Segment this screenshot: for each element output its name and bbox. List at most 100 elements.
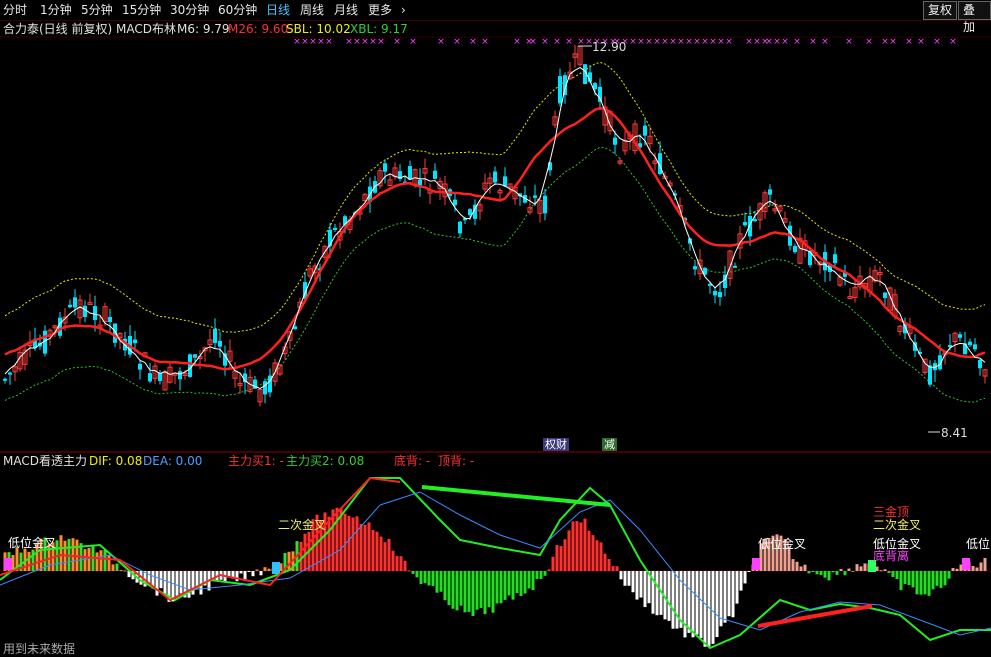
histogram-bar [611,566,615,571]
histogram-bar [95,552,99,571]
histogram-bar [471,571,475,616]
histogram-bar [715,571,719,638]
histogram-bar [359,523,363,571]
histogram-bar [567,530,571,571]
histogram-bar [511,571,515,600]
histogram-bar [683,571,687,638]
histogram-bar [515,571,519,594]
candle-body [558,76,562,104]
candle-body [693,266,697,270]
histogram-bar [443,571,447,601]
histogram-bar [955,568,959,571]
histogram-bar [747,571,751,572]
histogram-bar [403,560,407,571]
histogram-bar [375,531,379,571]
cross-mark: × [821,37,829,47]
annotation-second-golden-cross-2: 二次金叉 [873,518,922,532]
cross-mark: × [377,37,385,47]
histogram-bar [475,571,479,610]
candle-body [718,292,722,298]
histogram-bar [675,571,679,629]
cross-mark: × [453,37,461,47]
histogram-bar [919,571,923,595]
histogram-bar [735,571,739,604]
candle-body [768,189,772,195]
histogram-bar [395,556,399,571]
histogram-bar [815,571,819,575]
histogram-bar [699,571,703,639]
histogram-bar [843,571,847,576]
candle-body [958,334,962,338]
histogram-bar [667,571,671,621]
histogram-bar [943,571,947,586]
histogram-bar [87,547,91,571]
histogram-bar [351,517,355,571]
histogram-bar [939,571,943,588]
histogram-bar [795,561,799,571]
cross-mark: × [361,37,369,47]
histogram-bar [99,550,103,571]
dea-readout: DEA: 0.00 [143,454,203,468]
histogram-bar [347,515,351,571]
histogram-bar [975,567,979,571]
cross-mark: × [725,37,733,47]
histogram-bar [799,566,803,571]
candle-body [503,176,507,187]
histogram-bar [539,571,543,580]
histogram-bar [367,522,371,571]
cross-mark: × [677,37,685,47]
histogram-bar [507,571,511,596]
candle-body [213,328,217,344]
histogram-bar [527,571,531,589]
histogram-bar [299,541,303,571]
badge-rights[interactable]: 权财 [543,438,569,451]
cross-mark: × [793,37,801,47]
histogram-bar [343,513,347,571]
histogram-bar [671,571,675,629]
histogram-bar [731,571,735,618]
histogram-bar [387,538,391,571]
histogram-bar [819,571,823,576]
cross-mark: × [481,37,489,47]
ma6-line [4,67,986,390]
histogram-bar [703,571,707,647]
histogram-bar [643,571,647,608]
histogram-bar [563,539,567,571]
cross-mark: × [773,37,781,47]
zl2-readout: 主力买2: 0.08 [286,454,365,468]
histogram-bar [951,568,955,571]
macd-title: MACD看透主力 [3,454,87,468]
histogram-bar [831,571,835,573]
histogram-bar [839,569,843,571]
histogram-bar [439,571,443,592]
histogram-bar [899,571,903,591]
cross-mark: × [661,37,669,47]
cross-mark: × [293,37,301,47]
histogram-bar [851,571,855,572]
cross-mark: × [345,37,353,47]
candle-body [328,229,332,247]
histogram-bar [811,571,815,572]
histogram-bar [479,571,483,608]
histogram-bar [235,571,239,582]
histogram-bar [915,571,919,595]
histogram-bar [739,571,743,591]
histogram-bar [923,571,927,595]
cross-mark: × [693,37,701,47]
signal-square [4,558,12,570]
histogram-bar [615,566,619,571]
cross-mark: × [745,37,753,47]
cross-mark: × [917,37,925,47]
candle-body [218,340,222,347]
histogram-bar [591,535,595,571]
histogram-bar [495,571,499,604]
cross-mark: × [865,37,873,47]
footer-note: 用到未来数据 [3,642,76,656]
bottom-div-readout: 底背: - [394,454,431,468]
badge-reduce[interactable]: 减 [602,438,617,451]
signal-square [962,558,970,570]
upper-band-line [4,61,986,333]
candle-body [793,246,797,253]
histogram-bar [847,568,851,571]
annotation-low-cut: 低位 [966,537,991,551]
